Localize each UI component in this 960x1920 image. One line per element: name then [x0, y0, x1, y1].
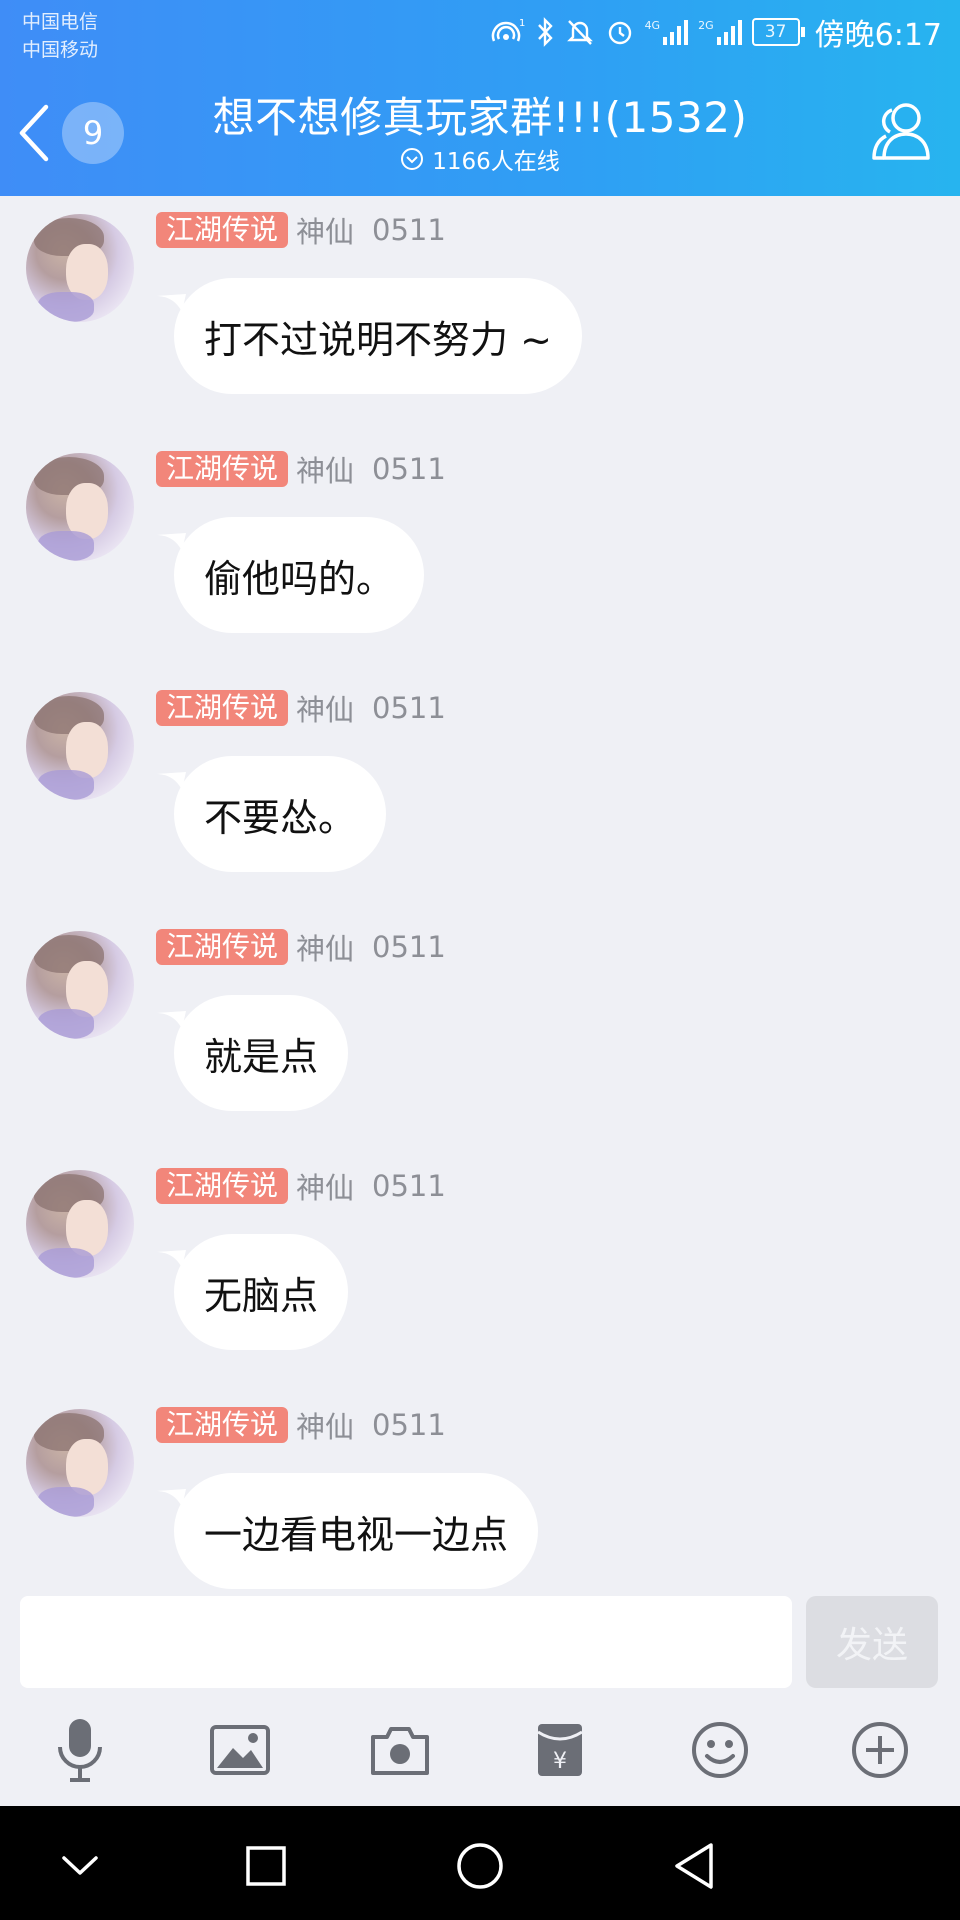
more-button[interactable] — [844, 1716, 916, 1784]
input-toolbar: ¥ — [0, 1694, 960, 1806]
system-nav-bar — [0, 1806, 960, 1920]
sender-name: 0511 — [372, 452, 446, 486]
bluetooth-icon — [537, 17, 553, 47]
sender-info: 江湖传说 神仙 0511 — [156, 1407, 446, 1444]
message-item: 江湖传说 神仙 0511 打不过说明不努力 ~ — [0, 196, 960, 396]
clock: 傍晚6:17 — [814, 18, 942, 53]
sender-name: 0511 — [372, 1408, 446, 1442]
send-button[interactable]: 发送 — [806, 1596, 938, 1688]
signal-2: 2G — [698, 19, 742, 45]
battery-level: 37 — [751, 18, 800, 46]
group-title: 想不想修真玩家群!!!(1532) — [212, 93, 748, 142]
member-level: 神仙 — [296, 1410, 355, 1444]
plus-icon — [852, 1722, 908, 1778]
recents-button[interactable] — [236, 1836, 296, 1896]
network-type-1: 4G — [644, 19, 661, 32]
message-item: 江湖传说 神仙 0511 一边看电视一边点 — [0, 1391, 960, 1591]
circle-icon — [457, 1843, 503, 1889]
message-bubble[interactable]: 打不过说明不努力 ~ — [174, 278, 582, 394]
red-packet-button[interactable]: ¥ — [524, 1716, 596, 1784]
sender-info: 江湖传说 神仙 0511 — [156, 929, 446, 966]
svg-text:¥: ¥ — [553, 1749, 567, 1774]
online-count: 1166人在线 — [432, 149, 560, 175]
hide-nav-button[interactable] — [50, 1836, 110, 1896]
title-tag: 江湖传说 — [156, 451, 289, 487]
title-tag: 江湖传说 — [156, 212, 289, 248]
avatar[interactable] — [26, 931, 134, 1039]
title-tag: 江湖传说 — [156, 690, 289, 726]
sender-name: 0511 — [372, 1169, 446, 1203]
sender-info: 江湖传说 神仙 0511 — [156, 1168, 446, 1205]
carrier-2: 中国移动 — [22, 39, 99, 61]
group-members-button[interactable] — [866, 96, 938, 168]
avatar[interactable] — [26, 214, 134, 322]
camera-icon — [371, 1727, 429, 1775]
composer: 发送 — [0, 1596, 960, 1694]
chevron-down-icon — [62, 1856, 98, 1875]
online-status[interactable]: 1166人在线 — [0, 144, 960, 175]
network-type-2: 2G — [698, 19, 714, 32]
emoji-button[interactable] — [684, 1716, 756, 1784]
chat-list[interactable]: 江湖传说 神仙 0511 打不过说明不努力 ~ 江湖传说 神仙 0511 偷他吗… — [0, 196, 960, 1596]
message-item: 江湖传说 神仙 0511 就是点 — [0, 913, 960, 1113]
title-tag: 江湖传说 — [156, 1407, 289, 1443]
sender-name: 0511 — [372, 213, 446, 247]
sender-name: 0511 — [372, 930, 446, 964]
carrier-info: 中国电信 中国移动 — [22, 8, 98, 64]
carrier-1: 中国电信 — [22, 11, 99, 33]
message-bubble[interactable]: 偷他吗的。 — [174, 517, 425, 633]
microphone-icon — [58, 1719, 102, 1782]
group-members-icon — [872, 103, 930, 160]
triangle-back-icon — [675, 1843, 713, 1889]
signal-icon — [663, 20, 689, 45]
member-level: 神仙 — [296, 1171, 355, 1205]
alarm-icon — [608, 21, 631, 45]
mute-icon — [566, 20, 593, 45]
home-button[interactable] — [450, 1836, 510, 1896]
message-input[interactable] — [20, 1596, 792, 1688]
title-tag: 江湖传说 — [156, 1168, 289, 1204]
avatar[interactable] — [26, 1409, 134, 1517]
chevron-down-circle-icon — [401, 148, 424, 170]
member-level: 神仙 — [296, 932, 355, 966]
sender-info: 江湖传说 神仙 0511 — [156, 690, 446, 727]
signal-icon — [716, 20, 742, 45]
member-level: 神仙 — [296, 215, 355, 249]
image-icon — [210, 1725, 270, 1775]
sender-info: 江湖传说 神仙 0511 — [156, 451, 446, 488]
message-bubble[interactable]: 不要怂。 — [174, 756, 387, 872]
title-tag: 江湖传说 — [156, 929, 289, 965]
back-nav-button[interactable] — [664, 1836, 724, 1896]
red-packet-icon: ¥ — [537, 1724, 583, 1776]
square-icon — [246, 1846, 286, 1886]
camera-button[interactable] — [364, 1716, 436, 1784]
message-bubble[interactable]: 一边看电视一边点 — [174, 1473, 539, 1589]
message-bubble[interactable]: 无脑点 — [174, 1234, 349, 1350]
title-bar: 中国电信 中国移动 1 4G 2G 37 傍晚6:17 9 想不想修真玩家群!!… — [0, 0, 960, 196]
message-item: 江湖传说 神仙 0511 无脑点 — [0, 1152, 960, 1352]
message-item: 江湖传说 神仙 0511 偷他吗的。 — [0, 435, 960, 635]
avatar[interactable] — [26, 1170, 134, 1278]
hotspot-icon: 1 — [491, 18, 525, 42]
voice-button[interactable] — [44, 1716, 116, 1784]
status-icons: 1 4G 2G 37 傍晚6:17 — [491, 10, 942, 54]
avatar[interactable] — [26, 692, 134, 800]
svg-text:1: 1 — [519, 18, 525, 29]
member-level: 神仙 — [296, 693, 355, 727]
image-button[interactable] — [204, 1716, 276, 1784]
message-bubble[interactable]: 就是点 — [174, 995, 349, 1111]
battery-icon: 37 — [751, 18, 805, 46]
member-level: 神仙 — [296, 454, 355, 488]
avatar[interactable] — [26, 453, 134, 561]
signal-1: 4G — [645, 19, 689, 45]
sender-info: 江湖传说 神仙 0511 — [156, 212, 446, 249]
sender-name: 0511 — [372, 691, 446, 725]
message-item: 江湖传说 神仙 0511 不要怂。 — [0, 674, 960, 874]
emoji-icon — [692, 1722, 748, 1778]
